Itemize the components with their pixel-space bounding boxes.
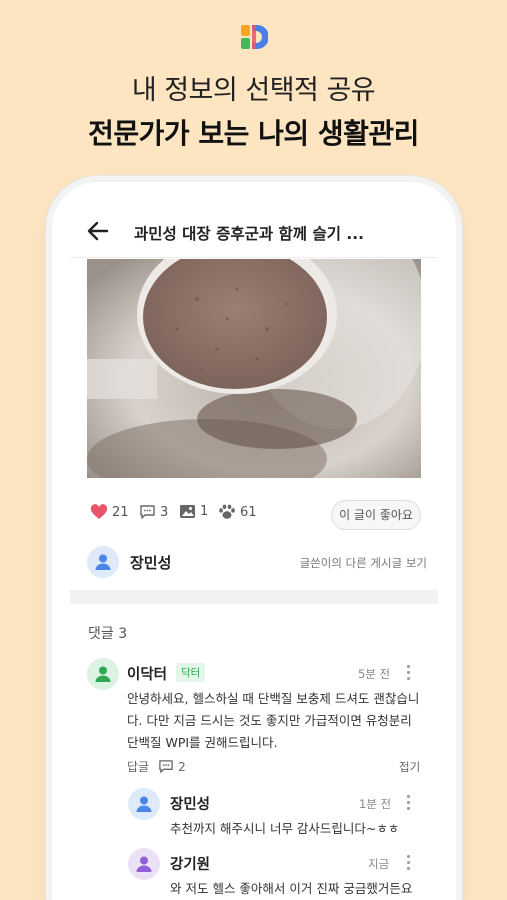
post-image[interactable] [87,259,421,478]
reply-item: 강기원 지금 와 저도 헬스 좋아해서 이거 진짜 궁금했거든요 [128,848,428,898]
author-row: 장민성 글쓴이의 다른 게시글 보기 [87,544,427,580]
phone-frame: 과민성 대장 증후군과 함께 슬기 ... 21 3 1 61 이 글이 좋아요… [52,182,456,900]
person-icon [136,796,152,812]
person-icon [95,554,111,570]
app-logo-icon [241,25,268,49]
reply-time: 지금 [368,857,390,871]
reply-text: 와 저도 헬스 좋아해서 이거 진짜 궁금했거든요 [170,881,413,896]
fold-button[interactable]: 접기 [399,759,420,775]
more-vertical-icon[interactable] [403,792,413,812]
reply-item: 장민성 1분 전 추천까지 해주시니 너무 감사드립니다~ㅎㅎ [128,788,428,838]
comment-time: 5분 전 [358,667,391,681]
reply-count: 2 [178,759,186,774]
author-name: 장민성 [130,554,172,572]
reply-text: 추천까지 해주시니 너무 감사드립니다~ㅎㅎ [170,821,400,836]
comment-line: 다. 다만 지금 드시는 것도 좋지만 가급적이면 유청분리 [127,713,412,728]
images-stat: 1 [179,504,208,519]
comment-item: 이닥터 닥터 5분 전 안녕하세요, 헬스하실 때 단백질 보충제 드셔도 괜찮… [87,658,427,778]
back-arrow-icon[interactable] [85,218,111,244]
likes-stat[interactable]: 21 [90,504,129,520]
paws-stat: 61 [218,504,257,520]
comment-icon [140,505,155,519]
commenter-avatar[interactable] [87,658,119,690]
image-icon [180,505,195,518]
page-title: 과민성 대장 증후군과 함께 슬기 ... [134,225,365,243]
comment-text: 안녕하세요, 헬스하실 때 단백질 보충제 드셔도 괜찮습니 다. 다만 지금 … [127,688,419,754]
section-divider [70,590,438,604]
images-count: 1 [200,504,209,519]
comments-header: 댓글 3 [88,626,128,642]
more-vertical-icon[interactable] [403,662,413,682]
doctor-badge: 닥터 [176,663,206,682]
paws-count: 61 [240,504,257,520]
likes-count: 21 [112,504,129,520]
more-vertical-icon[interactable] [403,852,413,872]
divider [70,257,438,258]
like-post-button[interactable]: 이 글이 좋아요 [331,500,421,530]
headline-line2: 전문가가 보는 나의 생활관리 [88,117,419,150]
replier-avatar[interactable] [128,788,160,820]
top-app-bar: 과민성 대장 증후군과 함께 슬기 ... [52,210,456,254]
comment-actions: 답글 2 [127,758,186,775]
replier-name: 장민성 [170,797,211,813]
comment-line: 단백질 WPI를 권해드립니다. [127,735,278,750]
comment-icon [159,760,173,773]
reply-button[interactable]: 답글 [127,758,149,775]
paw-icon [219,504,235,519]
replier-name: 강기원 [170,857,211,873]
commenter-name: 이닥터 [127,667,168,683]
heart-icon [90,504,108,519]
author-other-posts-link[interactable]: 글쓴이의 다른 게시글 보기 [300,555,427,571]
comments-count: 3 [160,504,169,520]
person-icon [95,666,111,682]
person-icon [136,856,152,872]
reply-time: 1분 전 [359,797,392,811]
comments-stat: 3 [139,504,168,520]
author-avatar[interactable] [87,546,119,578]
comment-line: 안녕하세요, 헬스하실 때 단백질 보충제 드셔도 괜찮습니 [127,691,420,706]
headline-line1: 내 정보의 선택적 공유 [131,75,376,106]
replier-avatar[interactable] [128,848,160,880]
